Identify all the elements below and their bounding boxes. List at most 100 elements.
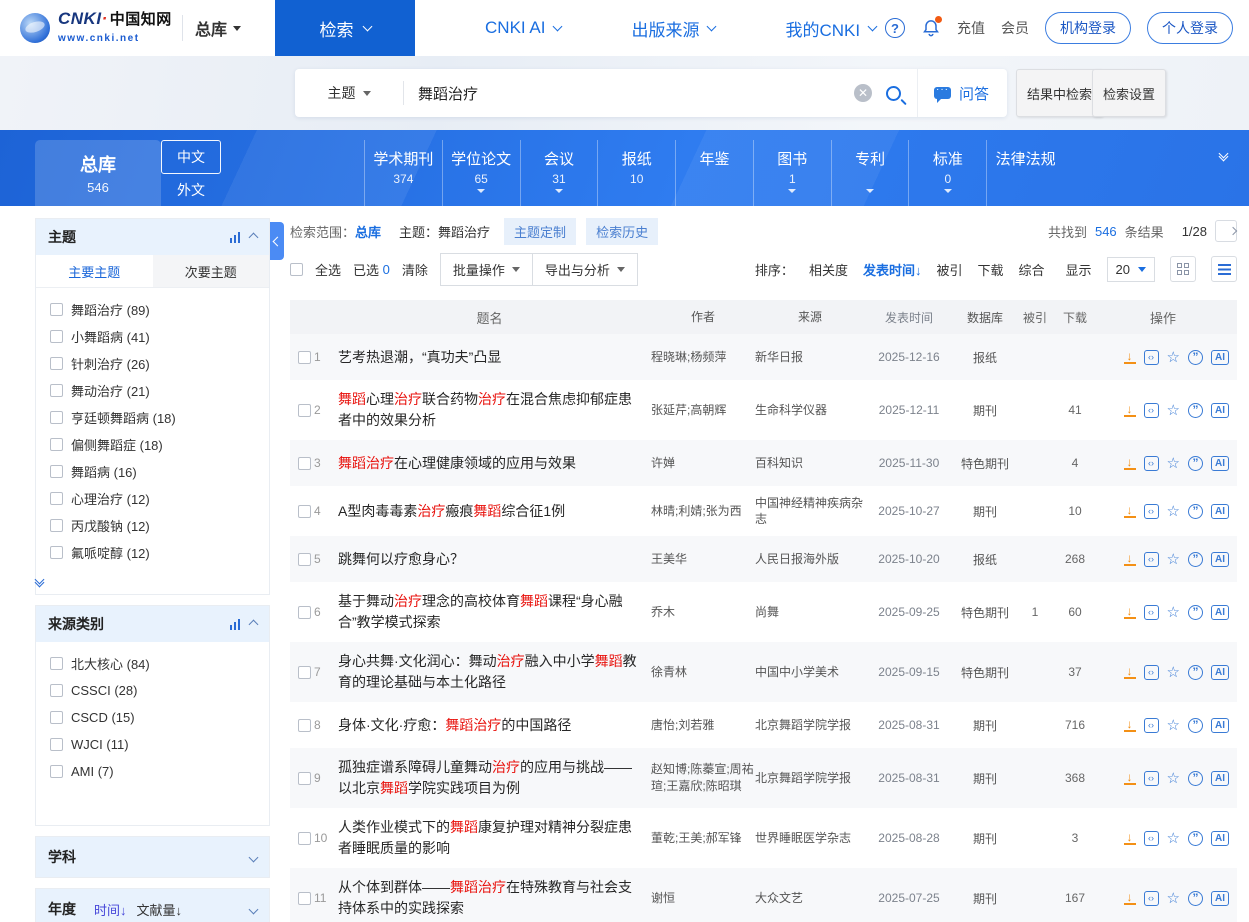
clear-search-icon[interactable]: ✕	[854, 84, 872, 102]
grid-view-button[interactable]	[1170, 256, 1196, 282]
download-icon[interactable]: ↓	[1124, 505, 1136, 518]
result-source[interactable]: 北京舞蹈学院学报	[755, 770, 865, 786]
db-category[interactable]: 会议 31	[520, 140, 598, 206]
search-settings-button[interactable]: 检索设置	[1092, 69, 1166, 117]
filter-checkbox-item[interactable]: 针刺治疗 (26)	[50, 350, 257, 377]
result-source[interactable]: 世界睡眠医学杂志	[755, 830, 865, 846]
select-all-label[interactable]: 全选	[315, 260, 341, 279]
filter-checkbox-item[interactable]: 舞动治疗 (21)	[50, 377, 257, 404]
chevron-down-icon[interactable]	[249, 904, 259, 914]
result-source[interactable]: 百科知识	[755, 455, 865, 471]
ai-assistant-icon[interactable]: AI	[1211, 504, 1229, 519]
db-category[interactable]: 标准 0	[908, 140, 986, 206]
result-title-link[interactable]: 身体·文化·疗愈：舞蹈治疗的中国路径	[338, 717, 571, 733]
db-category[interactable]: 图书 1	[753, 140, 831, 206]
ai-assistant-icon[interactable]: AI	[1211, 891, 1229, 906]
search-in-results-button[interactable]: 结果中检索	[1016, 69, 1103, 117]
filter-checkbox-item[interactable]: AMI (7)	[50, 758, 257, 785]
search-input[interactable]	[404, 85, 854, 102]
scope-zongku-link[interactable]: 总库	[355, 222, 381, 241]
db-category[interactable]: 专利	[831, 140, 909, 206]
result-source[interactable]: 中国神经精神疾病杂志	[755, 495, 865, 527]
html-read-icon[interactable]: ‹›	[1144, 891, 1159, 906]
source-type-header[interactable]: 来源类别	[36, 606, 269, 642]
chevron-up-icon[interactable]	[249, 232, 259, 242]
result-authors[interactable]: 林晴;利婧;张为西	[651, 503, 755, 520]
filter-checkbox-item[interactable]: 舞蹈治疗 (89)	[50, 296, 257, 323]
download-icon[interactable]: ↓	[1124, 666, 1136, 679]
org-login-button[interactable]: 机构登录	[1045, 12, 1131, 44]
lang-tab-foreign[interactable]: 外文	[161, 174, 221, 206]
batch-actions-dropdown[interactable]: 批量操作	[440, 253, 533, 286]
nav-tab-search[interactable]: 检索	[275, 0, 415, 56]
db-category[interactable]: 学位论文 65	[442, 140, 520, 206]
checkbox[interactable]	[50, 519, 63, 532]
cite-quote-icon[interactable]: ”	[1188, 552, 1203, 567]
db-category[interactable]: 年鉴	[675, 140, 753, 206]
download-icon[interactable]: ↓	[1124, 832, 1136, 845]
help-icon[interactable]: ?	[885, 18, 905, 38]
nav-tab-cnki-ai[interactable]: CNKI AI	[485, 18, 561, 38]
result-authors[interactable]: 程晓琳;杨频萍	[651, 349, 755, 366]
filter-checkbox-item[interactable]: 北大核心 (84)	[50, 650, 257, 677]
html-read-icon[interactable]: ‹›	[1144, 831, 1159, 846]
favorite-star-icon[interactable]: ☆	[1167, 603, 1180, 621]
cite-quote-icon[interactable]: ”	[1188, 771, 1203, 786]
recharge-link[interactable]: 充值	[957, 18, 985, 38]
db-category[interactable]: 报纸 10	[597, 140, 675, 206]
favorite-star-icon[interactable]: ☆	[1167, 829, 1180, 847]
checkbox[interactable]	[50, 765, 63, 778]
row-checkbox[interactable]	[298, 404, 311, 417]
favorite-star-icon[interactable]: ☆	[1167, 769, 1180, 787]
favorite-star-icon[interactable]: ☆	[1167, 502, 1180, 520]
filter-checkbox-item[interactable]: 丙戊酸钠 (12)	[50, 512, 257, 539]
result-title-link[interactable]: 孤独症谱系障碍儿童舞动治疗的应用与挑战——以北京舞蹈学院实践项目为例	[338, 759, 632, 796]
cite-quote-icon[interactable]: ”	[1188, 718, 1203, 733]
select-all-checkbox[interactable]	[290, 263, 303, 276]
row-checkbox[interactable]	[298, 505, 311, 518]
ai-assistant-icon[interactable]: AI	[1211, 718, 1229, 733]
year-sort-time[interactable]: 时间↓	[94, 900, 127, 919]
year-header[interactable]: 年度 时间↓ 文献量↓	[36, 889, 269, 922]
sort-option[interactable]: 下载	[977, 260, 1003, 279]
result-source[interactable]: 北京舞蹈学院学报	[755, 717, 865, 733]
result-title-link[interactable]: 舞蹈治疗在心理健康领域的应用与效果	[338, 455, 576, 471]
result-title-link[interactable]: 人类作业模式下的舞蹈康复护理对精神分裂症患者睡眠质量的影响	[338, 819, 632, 856]
checkbox[interactable]	[50, 384, 63, 397]
checkbox[interactable]	[50, 465, 63, 478]
search-field-selector[interactable]: 主题	[295, 83, 403, 103]
topic-section-header[interactable]: 主题	[36, 219, 269, 255]
ai-assistant-icon[interactable]: AI	[1211, 350, 1229, 365]
result-title-link[interactable]: 基于舞动治疗理念的高校体育舞蹈课程“身心融合”教学模式探索	[338, 593, 623, 630]
row-checkbox[interactable]	[298, 457, 311, 470]
filter-checkbox-item[interactable]: CSSCI (28)	[50, 677, 257, 704]
bar-chart-icon[interactable]	[230, 232, 240, 243]
tab-main-topic[interactable]: 主要主题	[36, 255, 153, 287]
nav-tab-publications[interactable]: 出版来源	[631, 16, 715, 41]
lang-tab-chinese[interactable]: 中文	[161, 140, 221, 174]
download-icon[interactable]: ↓	[1124, 457, 1136, 470]
row-checkbox[interactable]	[298, 666, 311, 679]
filter-checkbox-item[interactable]: 小舞蹈病 (41)	[50, 323, 257, 350]
result-authors[interactable]: 乔木	[651, 604, 755, 621]
sidebar-collapse-handle[interactable]	[270, 222, 284, 260]
row-checkbox[interactable]	[298, 719, 311, 732]
result-authors[interactable]: 徐青林	[651, 664, 755, 681]
result-source[interactable]: 尚舞	[755, 604, 865, 620]
subject-header[interactable]: 学科	[36, 837, 269, 877]
member-link[interactable]: 会员	[1001, 18, 1029, 38]
db-category[interactable]: 法律法规	[986, 140, 1064, 206]
export-analyze-dropdown[interactable]: 导出与分析	[532, 253, 638, 286]
topic-custom-button[interactable]: 主题定制	[504, 218, 576, 245]
checkbox[interactable]	[50, 330, 63, 343]
cite-quote-icon[interactable]: ”	[1188, 456, 1203, 471]
cite-quote-icon[interactable]: ”	[1188, 665, 1203, 680]
personal-login-button[interactable]: 个人登录	[1147, 12, 1233, 44]
result-authors[interactable]: 许婵	[651, 455, 755, 472]
checkbox[interactable]	[50, 438, 63, 451]
db-category[interactable]: 学术期刊 374	[364, 140, 442, 206]
list-view-button[interactable]	[1211, 256, 1237, 282]
filter-checkbox-item[interactable]: 心理治疗 (12)	[50, 485, 257, 512]
filter-checkbox-item[interactable]: 亨廷顿舞蹈病 (18)	[50, 404, 257, 431]
download-icon[interactable]: ↓	[1124, 404, 1136, 417]
